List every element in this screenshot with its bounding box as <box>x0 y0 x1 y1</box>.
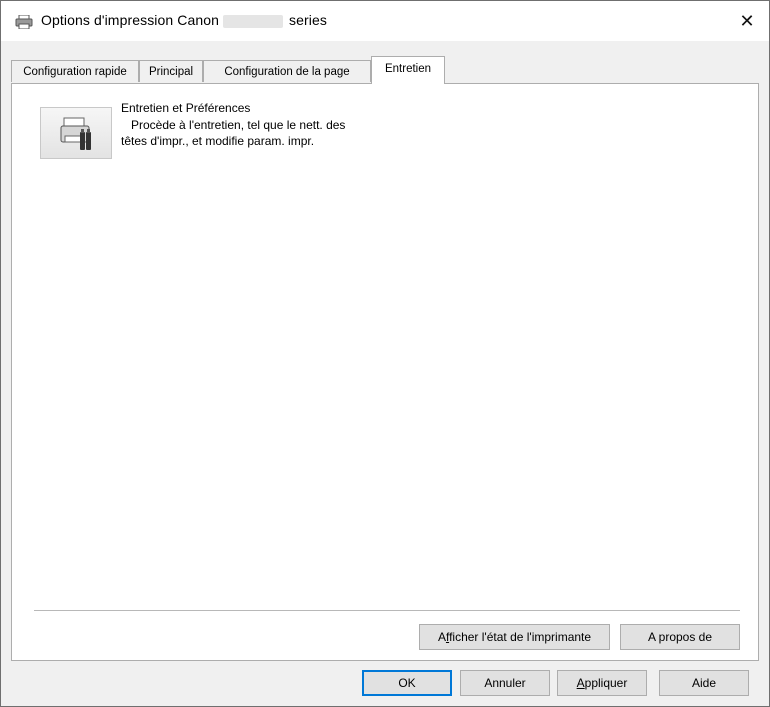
maintenance-item-description: Procède à l'entretien, tel que le nett. … <box>121 117 401 149</box>
print-options-dialog: Options d'impression Canon series ✕ Confi… <box>0 0 770 707</box>
separator <box>34 610 740 611</box>
description-line-1: Procède à l'entretien, tel que le nett. … <box>131 118 346 132</box>
maintenance-item-title: Entretien et Préférences <box>121 101 251 115</box>
printer-status-button[interactable]: Afficher l'état de l'imprimante <box>419 624 610 650</box>
tab-configuration-page[interactable]: Configuration de la page <box>203 60 371 82</box>
apply-button[interactable]: Appliquer <box>557 670 647 696</box>
close-icon: ✕ <box>739 11 755 31</box>
window-title: Options d'impression Canon series <box>41 12 327 28</box>
title-bar: Options d'impression Canon series ✕ <box>1 1 769 41</box>
description-line-2: têtes d'impr., et modifie param. impr. <box>121 134 315 148</box>
cancel-button[interactable]: Annuler <box>460 670 550 696</box>
tab-principal[interactable]: Principal <box>139 60 203 82</box>
about-button[interactable]: A propos de <box>620 624 740 650</box>
printer-icon <box>15 14 33 30</box>
entretien-panel: Entretien et Préférences Procède à l'ent… <box>11 83 759 661</box>
help-button[interactable]: Aide <box>659 670 749 696</box>
redacted-model-name <box>223 14 284 28</box>
tab-configuration-rapide[interactable]: Configuration rapide <box>11 60 139 82</box>
ok-button[interactable]: OK <box>362 670 452 696</box>
printer-maintenance-icon <box>60 117 91 150</box>
tab-entretien[interactable]: Entretien <box>371 56 445 84</box>
close-button[interactable]: ✕ <box>725 1 769 41</box>
maintenance-preferences-button[interactable] <box>40 107 112 159</box>
